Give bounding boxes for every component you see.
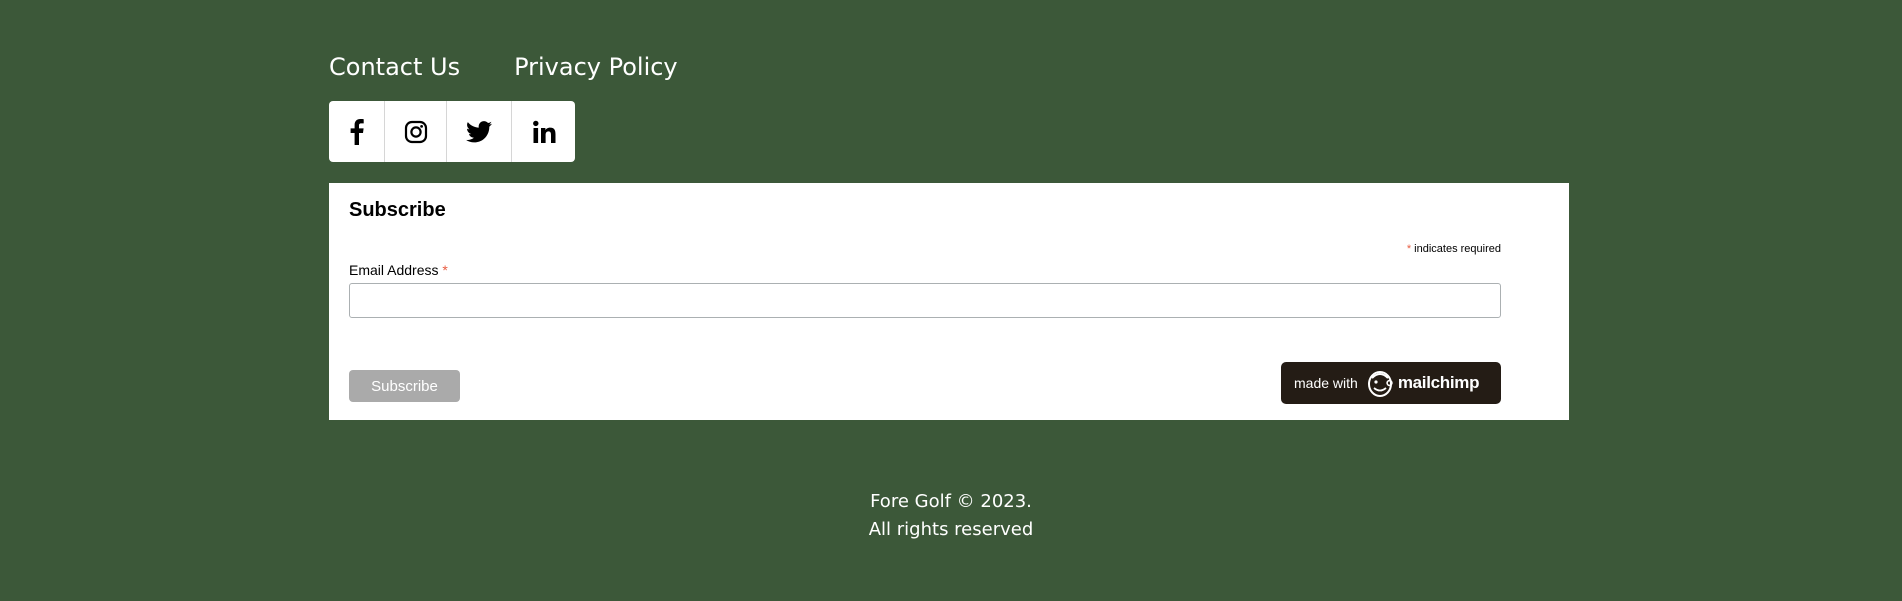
instagram-button[interactable] <box>385 101 447 162</box>
contact-us-link[interactable]: Contact Us <box>329 52 460 82</box>
social-links-bar <box>329 101 575 162</box>
subscribe-heading: Subscribe <box>349 199 446 221</box>
facebook-button[interactable] <box>329 101 385 162</box>
copyright: Fore Golf © 2023. All rights reserved <box>0 488 1902 544</box>
mailchimp-freddie-icon <box>1366 368 1394 398</box>
mailchimp-badge-prefix: made with <box>1294 375 1358 391</box>
copyright-line-1: Fore Golf © 2023. <box>870 491 1032 512</box>
email-label: Email Address * <box>349 262 448 278</box>
twitter-button[interactable] <box>447 101 512 162</box>
subscribe-form: Subscribe * indicates required Email Add… <box>329 183 1569 420</box>
facebook-icon <box>350 118 364 145</box>
email-label-text: Email Address <box>349 262 443 278</box>
linkedin-icon <box>532 120 555 143</box>
required-note-text: indicates required <box>1411 243 1501 255</box>
footer-links: Contact Us Privacy Policy <box>329 52 678 82</box>
email-required-asterisk: * <box>442 262 448 278</box>
email-input[interactable] <box>349 283 1501 318</box>
required-note: * indicates required <box>1407 243 1501 255</box>
subscribe-button[interactable]: Subscribe <box>349 370 460 402</box>
twitter-icon <box>466 120 492 142</box>
privacy-policy-link[interactable]: Privacy Policy <box>514 52 678 82</box>
copyright-line-2: All rights reserved <box>868 519 1034 540</box>
mailchimp-badge[interactable]: made with mailchimp <box>1281 362 1501 404</box>
instagram-icon <box>404 120 427 143</box>
mailchimp-brand: mailchimp <box>1397 373 1480 392</box>
linkedin-button[interactable] <box>512 101 575 162</box>
